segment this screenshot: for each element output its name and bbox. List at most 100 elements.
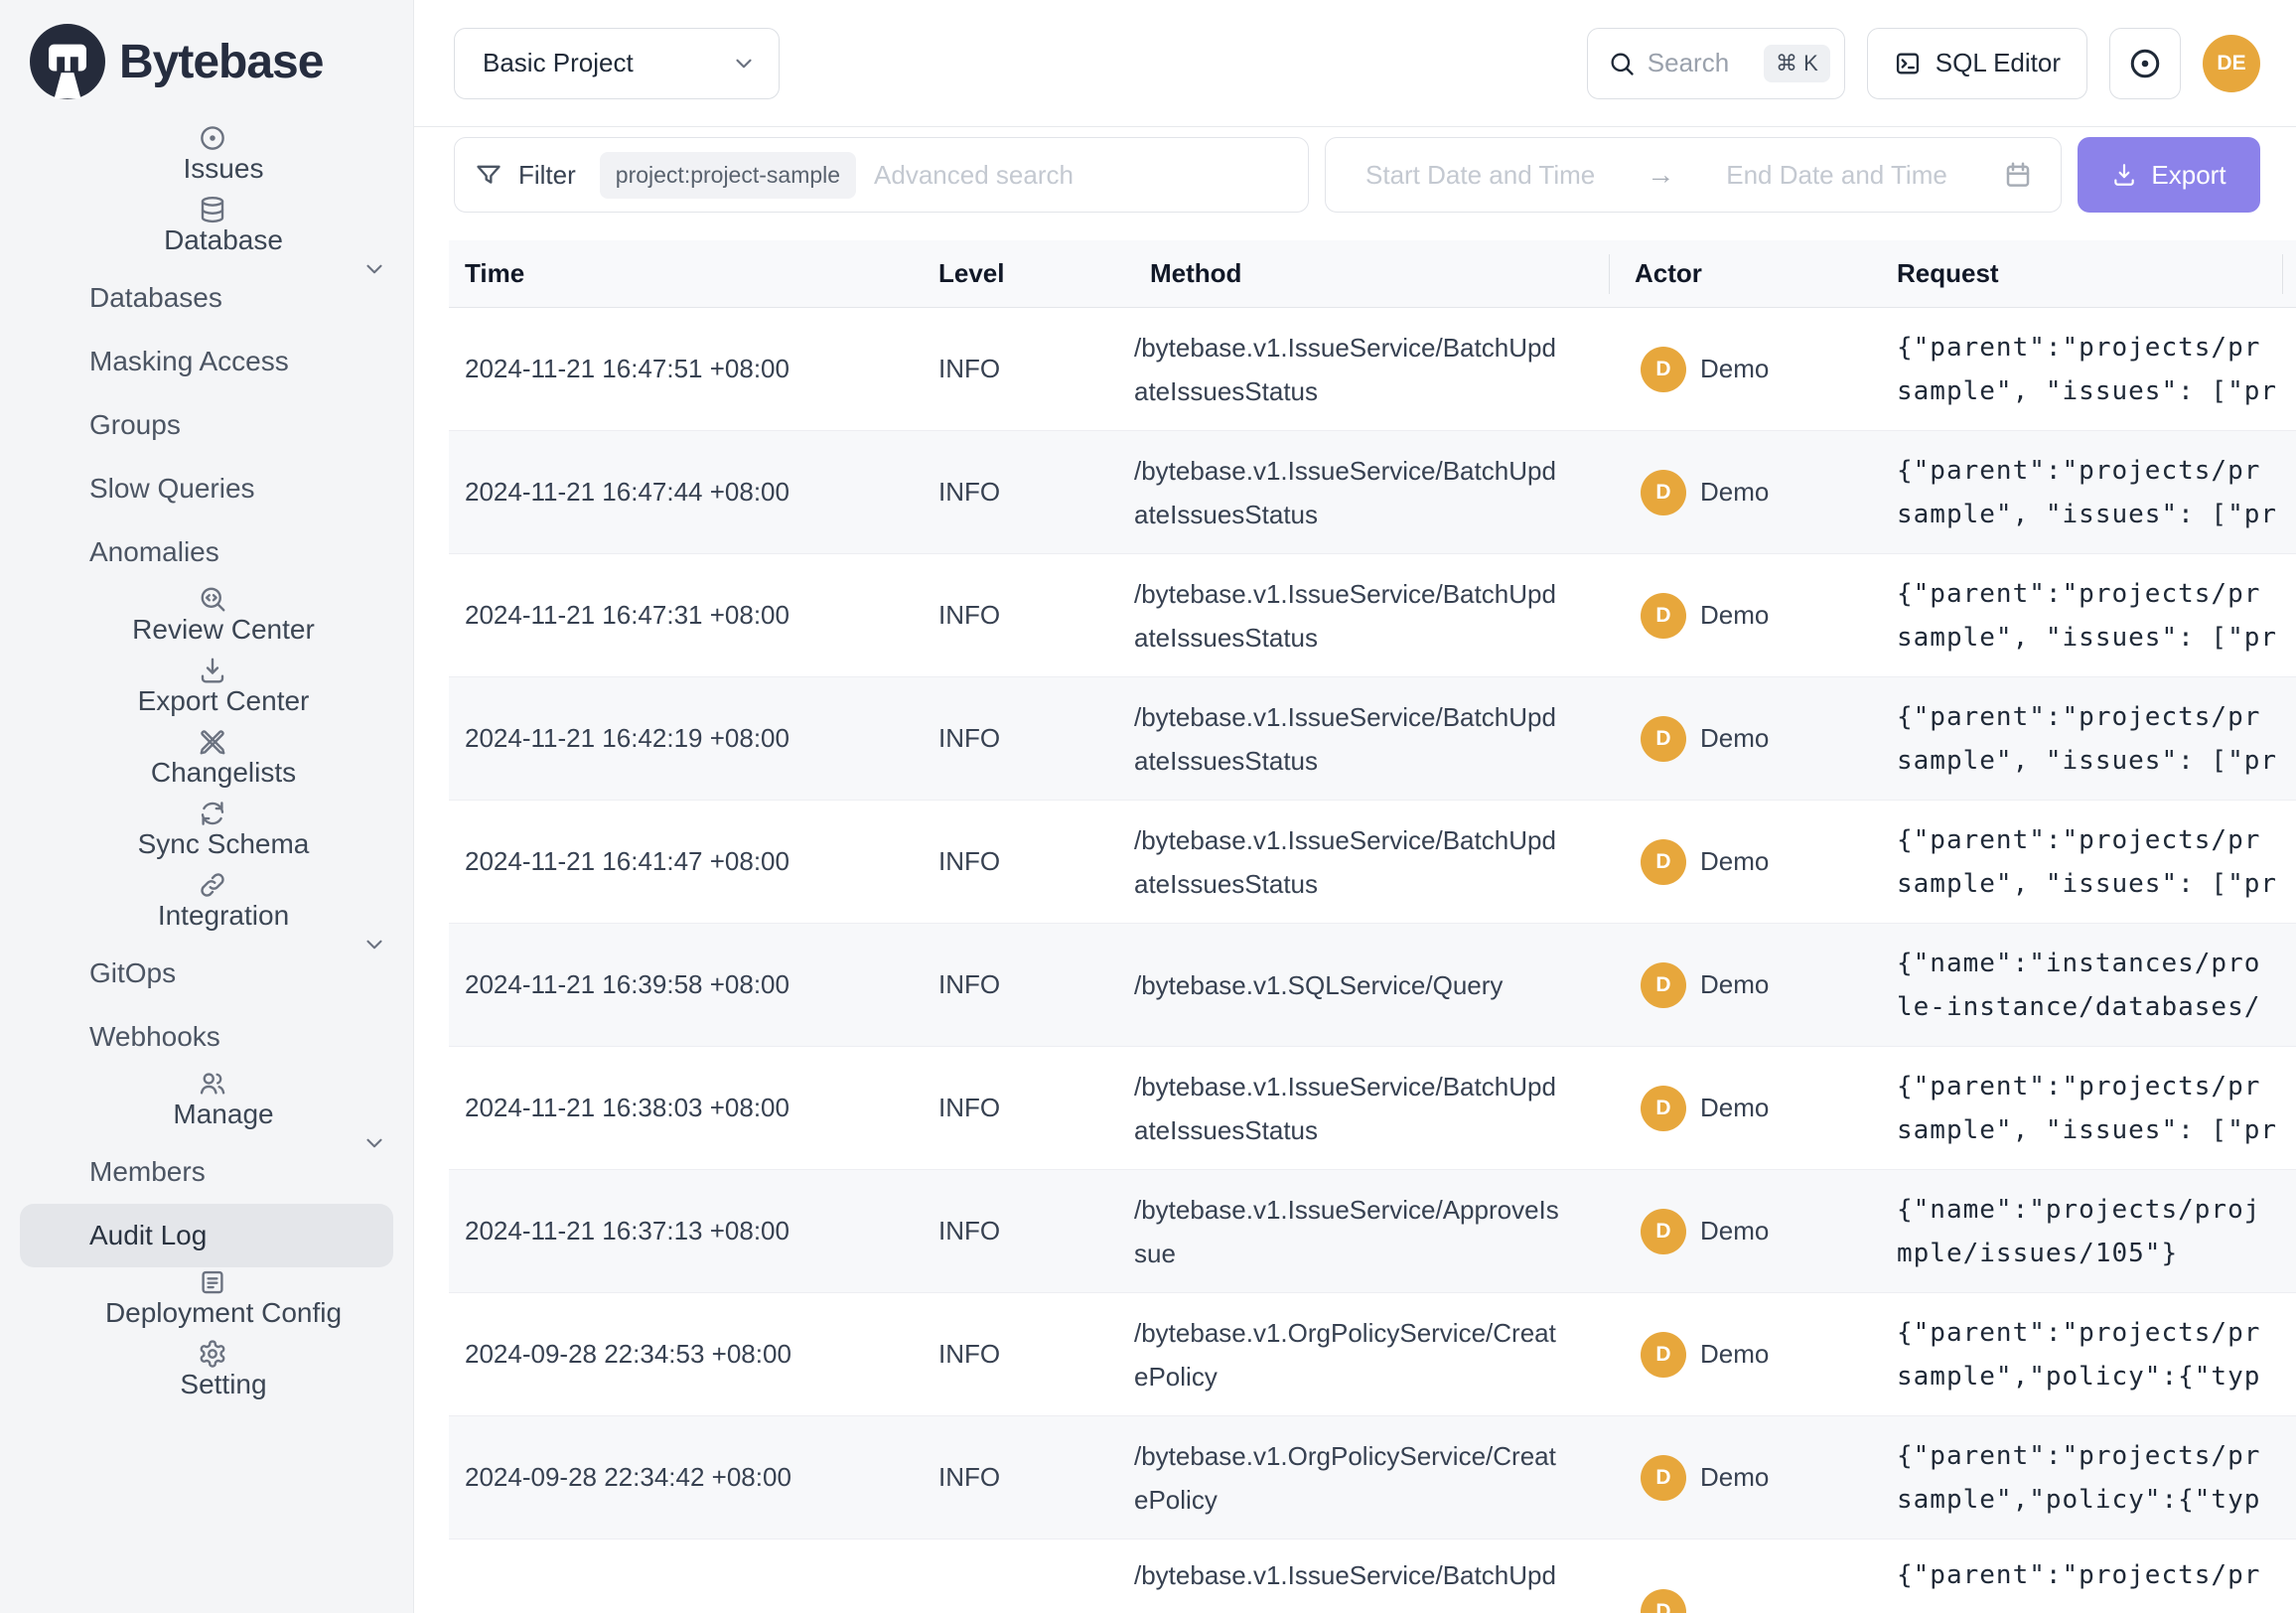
actor-name: Demo [1700,1462,1769,1493]
range-arrow-icon: → [1647,159,1674,191]
sidebar-item-webhooks[interactable]: Webhooks [0,1005,413,1069]
sidebar-item-issues[interactable]: Issues [0,123,413,195]
actor-cell: D [1609,1540,1895,1613]
sidebar-item-label: Integration [158,900,289,932]
setting-icon [198,1339,227,1369]
project-selector-value: Basic Project [483,48,634,78]
actor-name: Demo [1700,846,1769,877]
sidebar-item-changelists[interactable]: Changelists [0,727,413,799]
issues-icon [198,123,227,153]
manage-icon [198,1069,227,1099]
filter-label: Filter [518,160,576,191]
actor-avatar: D [1641,1332,1686,1378]
search-shortcut-kbd: ⌘ K [1764,45,1830,82]
actor-cell: DDemo [1609,1086,1895,1131]
sidebar-item-masking-access[interactable]: Masking Access [0,330,413,393]
sidebar-item-manage[interactable]: Manage [0,1069,413,1140]
request-cell: {"name":"projects/projmple/issues/105"} [1895,1188,2296,1275]
review-center-icon [198,584,227,614]
level-cell: INFO [923,477,1134,508]
user-avatar[interactable]: DE [2203,35,2260,92]
sidebar-item-label: Issues [184,153,264,185]
table-row[interactable]: 2024-11-21 16:37:13 +08:00INFO/bytebase.… [449,1170,2296,1293]
sidebar-item-label: Databases [89,282,222,314]
sidebar-item-integration[interactable]: Integration [0,870,413,942]
bytebase-logo-icon [30,24,105,99]
column-header-level: Level [923,258,1134,289]
table-row[interactable]: 2024-11-21 16:39:58 +08:00INFO/bytebase.… [449,924,2296,1047]
chevron-down-icon [361,256,387,282]
method-cell: /bytebase.v1.IssueService/BatchUpdateIss… [1134,572,1609,660]
time-cell: 2024-11-21 16:39:58 +08:00 [449,969,923,1000]
sidebar-item-databases[interactable]: Databases [0,266,413,330]
brand-logo[interactable]: Bytebase [0,0,413,123]
sidebar-item-database[interactable]: Database [0,195,413,266]
table-row[interactable]: 2024-11-21 16:38:03 +08:00INFO/bytebase.… [449,1047,2296,1170]
actor-avatar: D [1641,1086,1686,1131]
sidebar-item-deployment-config[interactable]: Deployment Config [0,1267,413,1339]
table-row[interactable]: 2024-11-21 16:42:19 +08:00INFO/bytebase.… [449,677,2296,801]
deployment-config-icon [198,1267,227,1297]
brand-name: Bytebase [119,35,323,89]
column-divider[interactable] [2282,254,2283,294]
sidebar-item-anomalies[interactable]: Anomalies [0,520,413,584]
search-button[interactable]: Search ⌘ K [1587,28,1845,99]
sidebar-item-label: Groups [89,409,181,441]
sidebar-item-label: Setting [180,1369,266,1400]
actor-cell: DDemo [1609,716,1895,762]
table-row[interactable]: 2024-09-28 22:34:53 +08:00INFO/bytebase.… [449,1293,2296,1416]
sidebar-item-setting[interactable]: Setting [0,1339,413,1410]
table-row[interactable]: 2024-11-21 16:47:44 +08:00INFO/bytebase.… [449,431,2296,554]
search-icon [1608,50,1636,77]
advanced-search-input[interactable]: Filter project:project-sample Advanced s… [454,137,1309,213]
subscription-button[interactable] [2109,28,2181,99]
sidebar-item-gitops[interactable]: GitOps [0,942,413,1005]
table-row[interactable]: 2024-11-21 16:41:47 +08:00INFO/bytebase.… [449,801,2296,924]
filter-chip[interactable]: project:project-sample [600,152,856,199]
time-cell: 2024-11-21 16:42:19 +08:00 [449,723,923,754]
funnel-icon [475,161,502,189]
export-center-icon [198,656,227,685]
top-bar: Basic Project Search ⌘ K SQL Editor [414,0,2296,127]
sidebar-item-label: Database [164,224,283,256]
sidebar-item-members[interactable]: Members [0,1140,413,1204]
actor-cell: DDemo [1609,470,1895,515]
sidebar-item-review-center[interactable]: Review Center [0,584,413,656]
request-cell: {"parent":"projects/pr [1895,1540,2296,1597]
sidebar-item-label: Audit Log [89,1220,207,1251]
sidebar-item-groups[interactable]: Groups [0,393,413,457]
database-icon [198,195,227,224]
project-selector[interactable]: Basic Project [454,28,780,99]
request-cell: {"parent":"projects/prsample","policy":{… [1895,1311,2296,1398]
table-row[interactable]: 2024-11-21 16:47:31 +08:00INFO/bytebase.… [449,554,2296,677]
table-row[interactable]: 2024-09-28 22:34:42 +08:00INFO/bytebase.… [449,1416,2296,1540]
sidebar-item-label: Masking Access [89,346,289,377]
table-row[interactable]: 2024-11-21 16:47:51 +08:00INFO/bytebase.… [449,308,2296,431]
search-placeholder: Search [1648,48,1729,78]
date-range-picker[interactable]: Start Date and Time → End Date and Time [1325,137,2062,213]
column-divider[interactable] [1609,254,1610,294]
actor-avatar: D [1641,1455,1686,1501]
actor-name: Demo [1700,1339,1769,1370]
sidebar-item-slow-queries[interactable]: Slow Queries [0,457,413,520]
level-cell: INFO [923,1462,1134,1493]
calendar-icon [2003,160,2033,190]
sidebar-item-export-center[interactable]: Export Center [0,656,413,727]
request-cell: {"parent":"projects/prsample", "issues":… [1895,1065,2296,1152]
sidebar-item-sync-schema[interactable]: Sync Schema [0,799,413,870]
time-cell: 2024-11-21 16:47:31 +08:00 [449,600,923,631]
export-button[interactable]: Export [2078,137,2260,213]
method-cell: /bytebase.v1.IssueService/BatchUpdateIss… [1134,818,1609,906]
sidebar-item-audit-log[interactable]: Audit Log [20,1204,393,1267]
actor-cell: D Demo [1609,1332,1895,1378]
sidebar-item-label: Deployment Config [105,1297,342,1329]
method-cell: /bytebase.v1.IssueService/BatchUpdateIss… [1134,326,1609,413]
level-cell: INFO [923,600,1134,631]
sql-editor-button[interactable]: SQL Editor [1867,28,2087,99]
table-row[interactable]: /bytebase.v1.IssueService/BatchUpdD{"par… [449,1540,2296,1613]
method-cell: /bytebase.v1.IssueService/BatchUpdateIss… [1134,449,1609,536]
time-cell: 2024-09-28 22:34:42 +08:00 [449,1462,923,1493]
actor-name: Demo [1700,600,1769,631]
column-header-actor: Actor [1609,258,1895,289]
actor-avatar: D [1641,1589,1686,1613]
